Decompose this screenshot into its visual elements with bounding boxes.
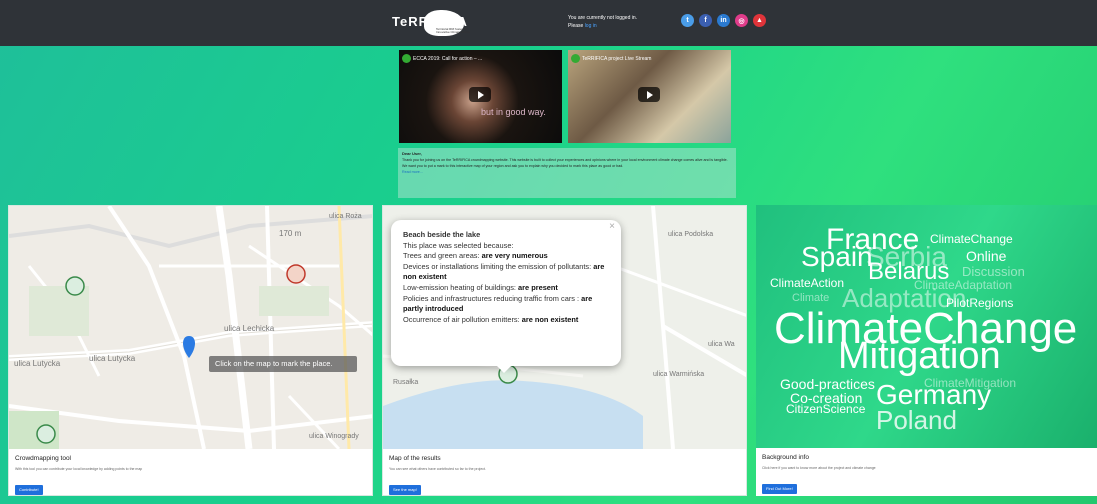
word-cloud: France ClimateChange Spain Serbia Online Bela…	[756, 205, 1097, 448]
intro-text: Thank you for joining us on the TeRRIFIC…	[402, 158, 728, 168]
word-cloud-term: Discussion	[962, 264, 1025, 279]
pin-red-icon[interactable]	[286, 264, 306, 284]
street-label: 170 m	[279, 229, 302, 238]
background-info-card: France ClimateChange Spain Serbia Online Bela…	[756, 205, 1097, 496]
popup-item: Occurrence of air pollution emitters: ar…	[403, 314, 579, 324]
street-label: ulica Wa	[708, 341, 735, 348]
video-title[interactable]: ECCA 2019: Call for action – ...	[413, 56, 482, 62]
see-map-button[interactable]: See the map!	[389, 485, 421, 495]
video-title[interactable]: TeRRIFICA project Live Stream	[582, 56, 651, 62]
twitter-icon[interactable]: t	[681, 14, 694, 27]
close-icon[interactable]: ×	[609, 221, 615, 233]
word-cloud-term: Spain	[801, 241, 873, 272]
top-navbar: TeRRIFICA Territorial RRI fostering Inno…	[0, 0, 1097, 46]
popup-title: Beach beside the lake	[403, 230, 481, 239]
video-player-ecca[interactable]: ECCA 2019: Call for action – ... but in …	[399, 50, 562, 143]
street-label: ulica Winogrady	[309, 433, 359, 440]
street-label: ulica Roża	[329, 213, 362, 220]
social-links: t f in ◎ ▲	[681, 14, 766, 27]
word-cloud-term: CitizenScience	[786, 402, 866, 416]
map-tooltip: Click on the map to mark the place.	[209, 356, 357, 372]
results-map[interactable]: ulica Podolska ulica Wa ulica Warmińska …	[383, 206, 746, 449]
card-description: You can see what others have contributed…	[389, 467, 486, 471]
youtube-icon[interactable]: ▲	[753, 14, 766, 27]
word-cloud-term: ClimateAction	[770, 276, 845, 290]
instagram-icon[interactable]: ◎	[735, 14, 748, 27]
login-prefix: Please	[568, 23, 584, 29]
popup-item: Policies and infrastructures reducing tr…	[403, 293, 593, 314]
word-cloud-term: Poland	[876, 405, 957, 435]
play-button-icon[interactable]	[469, 87, 491, 102]
word-cloud-term: Climate	[792, 292, 830, 304]
place-popup: × Beach beside the lake This place was s…	[391, 220, 621, 373]
word-cloud-term: Mitigation	[838, 335, 1001, 377]
video-player-livestream[interactable]: TeRRIFICA project Live Stream	[568, 50, 731, 143]
logo-tagline: Territorial RRI fostering Innovative Cli…	[436, 27, 470, 34]
card-title: Crowdmapping tool	[15, 455, 72, 462]
pin-green-icon[interactable]	[36, 424, 56, 444]
word-cloud-term: Online	[966, 248, 1007, 264]
card-title: Map of the results	[389, 455, 441, 462]
channel-avatar	[571, 54, 580, 63]
street-label: Rusałka	[393, 379, 418, 386]
intro-greeting: Dear User,	[402, 151, 422, 156]
card-description: With this tool you can contribute your l…	[15, 467, 143, 471]
contribute-button[interactable]: Contribute!	[15, 485, 43, 495]
card-title: Background info	[762, 454, 809, 461]
play-button-icon[interactable]	[638, 87, 660, 102]
street-label: ulica Lutycka	[14, 359, 61, 368]
crowdmapping-card: ulica Lechicka ulica Lutycka ulica Lutyc…	[8, 205, 373, 496]
street-label: ulica Podolska	[668, 231, 713, 238]
popup-item: Trees and green areas: are very numerous	[403, 251, 548, 261]
login-link[interactable]: log in	[585, 23, 597, 29]
word-cloud-term: Good-practices	[780, 376, 875, 392]
popup-item: Devices or installations limiting the em…	[403, 261, 605, 282]
pin-green-icon[interactable]	[65, 276, 85, 296]
login-status: You are currently not logged in. Please …	[568, 14, 637, 30]
street-label: ulica Lechicka	[224, 324, 275, 333]
find-out-more-button[interactable]: Find Out More!	[762, 484, 797, 494]
popup-item: Low-emission heating of buildings: are p…	[403, 282, 558, 292]
intro-box: Dear User, Thank you for joining us on t…	[398, 148, 736, 198]
login-status-text: You are currently not logged in.	[568, 15, 638, 21]
terrifica-logo[interactable]: TeRRIFICA Territorial RRI fostering Inno…	[392, 10, 482, 36]
popup-intro: This place was selected because:	[403, 240, 514, 250]
street-label: ulica Warmińska	[653, 371, 704, 378]
street-label: ulica Lutycka	[89, 354, 136, 363]
linkedin-icon[interactable]: in	[717, 14, 730, 27]
channel-avatar	[402, 54, 411, 63]
results-card: ulica Podolska ulica Wa ulica Warmińska …	[382, 205, 747, 496]
read-more-link[interactable]: Read more...	[402, 169, 732, 175]
crowdmapping-map[interactable]: ulica Lechicka ulica Lutycka ulica Lutyc…	[9, 206, 372, 449]
video-caption: but in good way.	[481, 107, 546, 117]
street-map[interactable]: ulica Lechicka ulica Lutycka ulica Lutyc…	[9, 206, 372, 449]
facebook-icon[interactable]: f	[699, 14, 712, 27]
card-description: Click here if you want to know more abou…	[762, 466, 876, 470]
